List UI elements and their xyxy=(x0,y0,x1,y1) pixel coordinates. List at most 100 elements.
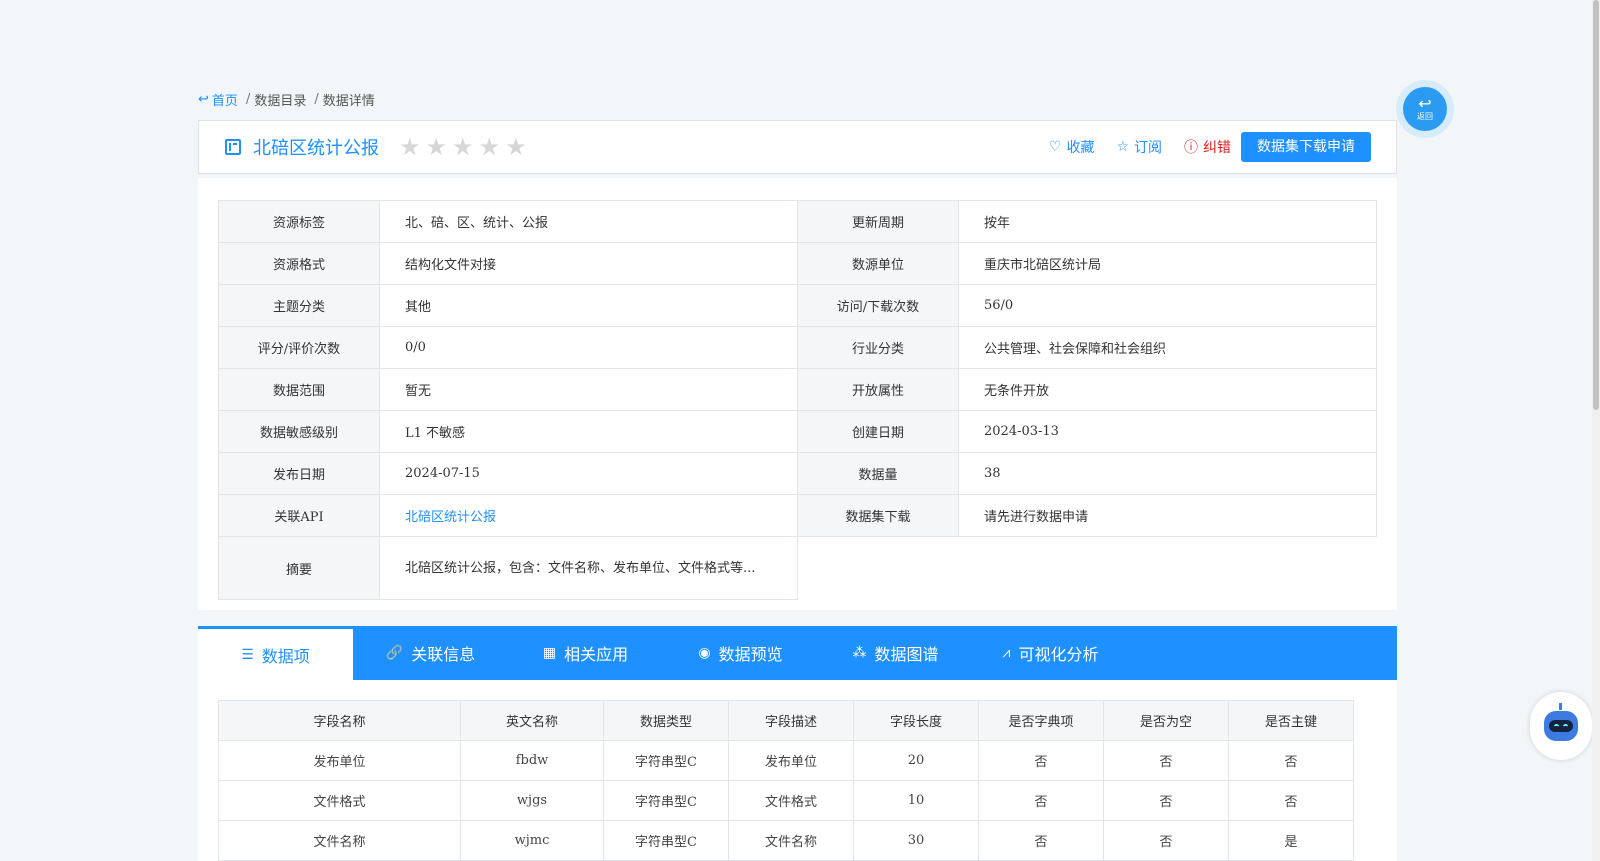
star-icon[interactable]: ★ xyxy=(399,135,421,159)
info-value: 按年 xyxy=(958,200,1377,243)
table-cell: wjgs xyxy=(460,780,604,821)
info-value: 2024-07-15 xyxy=(379,452,798,495)
table-cell: 是 xyxy=(1228,820,1354,861)
column-header: 是否主键 xyxy=(1228,700,1354,741)
reply-icon: ↩ xyxy=(198,92,209,107)
info-key: 评分/评价次数 xyxy=(218,326,380,369)
info-row: 数据范围 暂无 开放属性 无条件开放 xyxy=(218,368,1377,411)
info-key: 更新周期 xyxy=(797,200,959,243)
info-key: 创建日期 xyxy=(797,410,959,453)
tab-chart[interactable]: ⩘ 可视化分析 xyxy=(973,626,1128,680)
column-header: 字段长度 xyxy=(853,700,979,741)
table-cell: 发布单位 xyxy=(728,740,854,781)
table-cell: 否 xyxy=(1228,780,1354,821)
chatbot-button[interactable] xyxy=(1530,692,1592,760)
table-cell: 否 xyxy=(978,820,1104,861)
back-arrow-icon: ↩ xyxy=(1418,94,1432,113)
dataset-download-request-button[interactable]: 数据集下载申请 xyxy=(1241,132,1371,162)
favorite-button[interactable]: ♡ 收藏 xyxy=(1049,137,1095,157)
info-value: 结构化文件对接 xyxy=(379,242,798,285)
link-icon: 🔗 xyxy=(385,645,404,661)
info-value: 暂无 xyxy=(379,368,798,411)
tab-link[interactable]: 🔗 关联信息 xyxy=(353,626,508,680)
info-key: 资源标签 xyxy=(218,200,380,243)
column-header: 字段描述 xyxy=(728,700,854,741)
table-cell: 字符串型C xyxy=(603,820,729,861)
info-value: 重庆市北碚区统计局 xyxy=(958,242,1377,285)
info-row: 评分/评价次数 0/0 行业分类 公共管理、社会保障和社会组织 xyxy=(218,326,1377,369)
column-header: 英文名称 xyxy=(460,700,604,741)
grid-icon: ▦ xyxy=(542,645,557,661)
list-icon: ☰ xyxy=(241,646,254,663)
page-title: 北碚区统计公报 xyxy=(253,138,379,159)
table-cell: 字符串型C xyxy=(603,780,729,821)
table-cell: 否 xyxy=(978,780,1104,821)
table-row: 文件格式 wjgs 字符串型C 文件格式 10 否否否 xyxy=(218,780,1354,821)
table-cell: 10 xyxy=(853,780,979,821)
report-error-button[interactable]: ⓘ 纠错 xyxy=(1184,137,1231,157)
chart-icon: ⩘ xyxy=(1002,645,1011,661)
scrollbar[interactable] xyxy=(1592,0,1600,861)
table-cell: fbdw xyxy=(460,740,604,781)
tab-grid[interactable]: ▦ 相关应用 xyxy=(508,626,663,680)
info-value: 0/0 xyxy=(379,326,798,369)
column-header: 字段名称 xyxy=(218,700,461,741)
table-cell: 否 xyxy=(978,740,1104,781)
table-cell: wjmc xyxy=(460,820,604,861)
info-row: 数据敏感级别 L1 不敏感 创建日期 2024-03-13 xyxy=(218,410,1377,453)
fields-table: 字段名称 英文名称 数据类型 字段描述 字段长度 是否字典项 是否为空 是否主键 发布单位 fb… xyxy=(218,700,1354,861)
table-cell: 字符串型C xyxy=(603,740,729,781)
column-header: 数据类型 xyxy=(603,700,729,741)
info-key: 行业分类 xyxy=(797,326,959,369)
back-button[interactable]: ↩ 返回 xyxy=(1396,80,1454,138)
table-row: 文件名称 wjmc 字符串型C 文件名称 30 否否是 xyxy=(218,820,1354,861)
table-cell: 20 xyxy=(853,740,979,781)
breadcrumb: ↩ 首页 / 数据目录 / 数据详情 xyxy=(198,90,375,109)
table-cell: 否 xyxy=(1228,740,1354,781)
alert-circle-icon: ⓘ xyxy=(1184,140,1198,156)
info-key: 关联API xyxy=(218,494,380,537)
table-cell: 文件格式 xyxy=(218,780,461,821)
tab-graph[interactable]: ⁂ 数据图谱 xyxy=(818,626,973,680)
info-row: 资源标签 北、碚、区、统计、公报 更新周期 按年 xyxy=(218,200,1377,243)
info-key: 开放属性 xyxy=(797,368,959,411)
table-cell: 否 xyxy=(1103,820,1229,861)
star-icon[interactable]: ★ xyxy=(505,135,527,159)
rating-stars[interactable]: ★ ★ ★ ★ ★ xyxy=(399,135,527,159)
graph-icon: ⁂ xyxy=(852,645,867,661)
summary-row: 摘要 北碚区统计公报，包含：文件名称、发布单位、文件格式等... xyxy=(218,536,1377,600)
table-cell: 30 xyxy=(853,820,979,861)
breadcrumb-catalog[interactable]: 数据目录 xyxy=(254,90,306,109)
info-row: 主题分类 其他 访问/下载次数 56/0 xyxy=(218,284,1377,327)
info-value: 56/0 xyxy=(958,284,1377,327)
table-cell: 否 xyxy=(1103,740,1229,781)
star-icon[interactable]: ★ xyxy=(452,135,474,159)
related-api-link[interactable]: 北碚区统计公报 xyxy=(405,510,496,525)
info-value: 北、碚、区、统计、公报 xyxy=(379,200,798,243)
detail-tabs: ☰ 数据项 🔗 关联信息 ▦ 相关应用 ◉ 数据预览 ⁂ 数据图谱 ⩘ 可视化分析 xyxy=(198,626,1397,680)
info-value: 2024-03-13 xyxy=(958,410,1377,453)
table-row: 发布单位 fbdw 字符串型C 发布单位 20 否否否 xyxy=(218,740,1354,781)
table-cell: 发布单位 xyxy=(218,740,461,781)
info-value: 38 xyxy=(958,452,1377,495)
info-key: 数据敏感级别 xyxy=(218,410,380,453)
summary-value: 北碚区统计公报，包含：文件名称、发布单位、文件格式等... xyxy=(379,536,798,600)
tab-eye[interactable]: ◉ 数据预览 xyxy=(663,626,818,680)
info-row: 资源格式 结构化文件对接 数源单位 重庆市北碚区统计局 xyxy=(218,242,1377,285)
tab-list[interactable]: ☰ 数据项 xyxy=(198,626,353,680)
summary-label: 摘要 xyxy=(218,536,380,600)
subscribe-button[interactable]: ☆ 订阅 xyxy=(1116,137,1162,157)
star-icon[interactable]: ★ xyxy=(479,135,501,159)
info-value: 北碚区统计公报 xyxy=(379,494,798,537)
info-value: 其他 xyxy=(379,284,798,327)
breadcrumb-current: 数据详情 xyxy=(322,94,375,109)
info-key: 发布日期 xyxy=(218,452,380,495)
breadcrumb-home[interactable]: ↩ 首页 xyxy=(198,90,238,109)
star-icon[interactable]: ★ xyxy=(426,135,448,159)
info-value: 公共管理、社会保障和社会组织 xyxy=(958,326,1377,369)
info-value: L1 不敏感 xyxy=(379,410,798,453)
eye-icon: ◉ xyxy=(698,645,711,661)
star-outline-icon: ☆ xyxy=(1116,139,1129,155)
info-value: 无条件开放 xyxy=(958,368,1377,411)
column-header: 是否字典项 xyxy=(978,700,1104,741)
